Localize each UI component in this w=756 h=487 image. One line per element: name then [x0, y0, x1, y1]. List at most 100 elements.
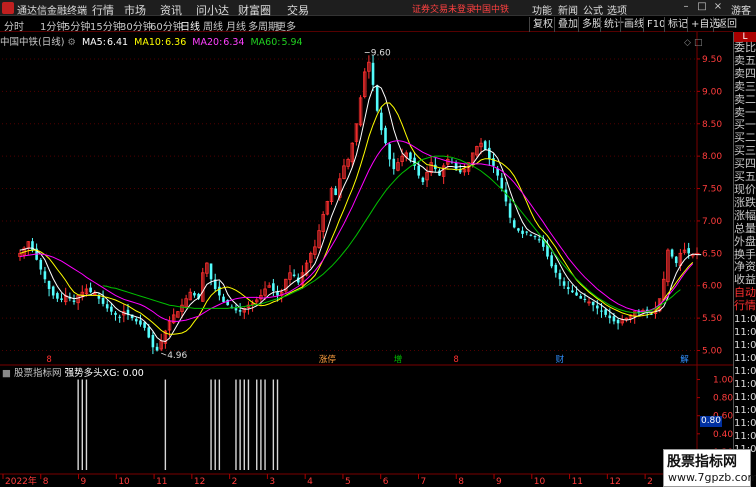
tool-back[interactable]: 返回 [713, 17, 737, 32]
indicator-header: ■ 股票指标网 强势多头XG: 0.00 [2, 365, 144, 379]
tool-f10[interactable]: F10 [643, 17, 665, 32]
side-panel-item: 卖三 [734, 79, 756, 93]
indicator-icon[interactable]: ■ [2, 368, 11, 379]
month-label: 12 [194, 477, 205, 487]
candle-body [554, 264, 558, 273]
candle-body [47, 280, 51, 289]
period-monthly[interactable]: 月线 [226, 18, 246, 33]
candle-body [512, 220, 516, 228]
period-weekly[interactable]: 周线 [203, 18, 223, 33]
tick-time: 11:0 [734, 340, 756, 352]
month-label: 11 [156, 477, 167, 487]
candle-body [43, 271, 47, 280]
month-label: 2 [232, 477, 238, 487]
watermark-title: 股票指标网 [667, 454, 737, 470]
price-tick-label: 5.00 [702, 347, 722, 357]
menu-formula[interactable]: 公式 [583, 2, 603, 17]
candle-body [56, 293, 59, 299]
price-tick-label: 8.00 [702, 152, 722, 162]
current-stock-name: 中国中铁 [473, 5, 510, 15]
candle-body [209, 263, 213, 280]
month-label: 9 [496, 477, 502, 487]
candle-body [575, 292, 578, 296]
collapse-icon[interactable]: ◇ [684, 38, 691, 48]
menu-function[interactable]: 功能 [532, 2, 552, 17]
tool-adjust[interactable]: 复权 [529, 17, 553, 32]
price-tick-label: 7.50 [702, 185, 722, 195]
tick-time: 11:0 [734, 366, 756, 378]
month-label: 8 [43, 477, 49, 487]
menu-trade[interactable]: 交易 [287, 2, 309, 18]
app-title: 通达信金融终端 [17, 6, 87, 17]
candle-body [388, 144, 391, 160]
tool-mark[interactable]: 标记 [664, 17, 688, 32]
expand-icon[interactable]: □ [694, 38, 703, 48]
login-warning[interactable]: 证券交易未登录 [412, 2, 475, 15]
candle-body [591, 301, 595, 306]
event-markers: 8 涨停 增 8 财 解 [46, 354, 689, 365]
candle-body [147, 327, 151, 338]
candlestick-series [18, 55, 699, 355]
event-marker: 增 [394, 354, 403, 365]
candle-body [218, 286, 221, 296]
period-daily[interactable]: 日线 [180, 18, 200, 33]
tool-draw[interactable]: 画线 [620, 17, 644, 32]
period-5min[interactable]: 5分钟 [64, 18, 90, 33]
period-1min[interactable]: 1分钟 [40, 18, 66, 33]
period-15min[interactable]: 15分钟 [90, 18, 123, 33]
candle-body [533, 236, 537, 238]
close-button[interactable]: × [712, 1, 724, 13]
tool-overlay[interactable]: 叠加 [554, 17, 578, 32]
guest-label[interactable]: 游客 [731, 2, 751, 17]
candle-body [612, 316, 616, 322]
menu-quotes[interactable]: 行情 [92, 2, 114, 18]
tick-time: 11:0 [734, 431, 756, 443]
menu-news[interactable]: 资讯 [160, 2, 182, 18]
month-label: 7 [420, 477, 426, 487]
candle-body [222, 296, 225, 302]
minimize-button[interactable]: – [680, 1, 692, 13]
candle-body [421, 177, 425, 183]
annotation-label: 9.60 [371, 48, 391, 58]
menu-assistant[interactable]: 问小达 [196, 2, 229, 18]
tick-time: 11:0 [734, 379, 756, 391]
month-axis: 2022年891011122345678910111223 [2, 474, 691, 487]
period-toolbar: 分时 1分钟 5分钟 15分钟 30分钟 60分钟 日线 周线 月线 多周期 更… [0, 17, 737, 33]
month-label: 2 [647, 477, 653, 487]
menu-news-right[interactable]: 新闻 [558, 2, 578, 17]
maximize-button[interactable]: □ [696, 1, 708, 13]
indicator-tick-label: 0.40 [713, 430, 733, 440]
candle-body [89, 287, 92, 293]
candle-body [504, 189, 508, 202]
annotation-label: 4.96 [167, 351, 187, 361]
candle-body [483, 141, 487, 150]
indicator-tick-label: 0.80 [713, 394, 733, 404]
candle-body [105, 304, 109, 309]
watermark-url: www.7gpzb.com [668, 471, 756, 484]
event-marker: 8 [453, 355, 458, 365]
period-multi[interactable]: 多周期 [248, 18, 278, 33]
period-intraday[interactable]: 分时 [4, 18, 24, 33]
tick-time: 11:0 [734, 314, 756, 326]
side-panel-item: 卖五 [734, 53, 756, 67]
price-tick-label: 5.50 [702, 314, 722, 324]
month-label: 2022年 [5, 475, 37, 487]
candle-body [566, 287, 570, 289]
period-more[interactable]: 更多 [276, 18, 296, 33]
candle-body [371, 62, 375, 85]
stock-chart[interactable]: 9.50 9.00 8.50 8.00 7.50 7.00 6.50 6.00 5.50 5.00… [0, 32, 733, 487]
menu-options[interactable]: 选项 [607, 2, 627, 17]
price-tick-label: 8.50 [702, 120, 722, 130]
tool-multi-stock[interactable]: 多股 [578, 17, 602, 32]
candle-body [72, 300, 76, 302]
candle-body [674, 256, 678, 264]
candle-body [60, 298, 63, 300]
menu-wealth[interactable]: 财富圈 [238, 2, 271, 18]
candle-body [334, 188, 337, 196]
event-marker: 解 [680, 354, 689, 365]
period-60min[interactable]: 60分钟 [150, 18, 183, 33]
price-tick-label: 9.00 [702, 87, 722, 97]
menu-market[interactable]: 市场 [124, 2, 146, 18]
candle-body [687, 248, 690, 254]
period-30min[interactable]: 30分钟 [120, 18, 153, 33]
